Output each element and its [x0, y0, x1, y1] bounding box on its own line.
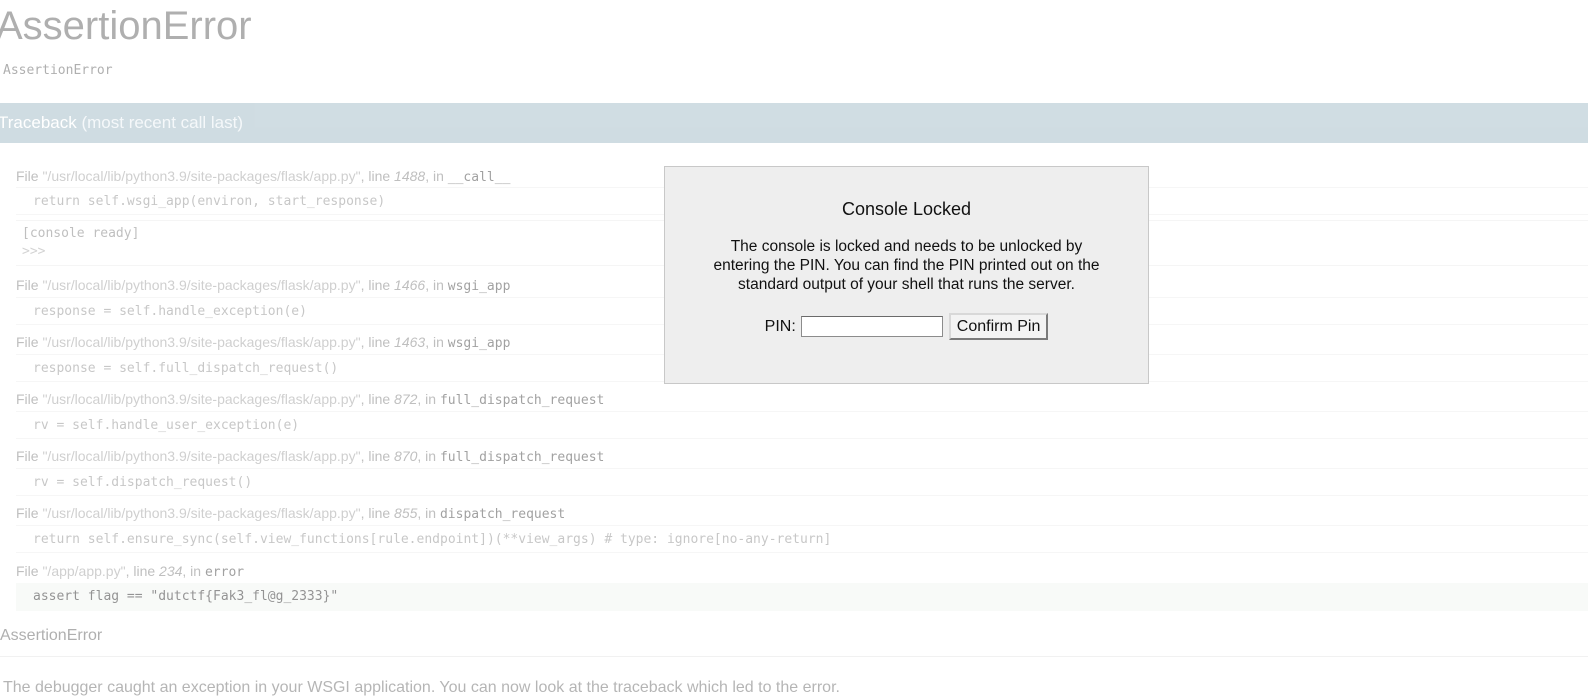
pin-form: PIN: Confirm Pin [665, 313, 1148, 340]
frame-line-word: , line [360, 277, 395, 293]
frame-path: "/usr/local/lib/python3.9/site-packages/… [42, 391, 361, 407]
frame-file-prefix: File [16, 448, 43, 464]
dialog-message: The console is locked and needs to be un… [713, 238, 1100, 293]
frame-code-line-current[interactable]: assert flag == "dutctf{Fak3_fl@g_2333}" [16, 583, 1588, 611]
frame-line-number: 1488 [394, 168, 426, 184]
frame-header: File "/usr/local/lib/python3.9/site-pack… [16, 505, 565, 522]
dialog-title: Console Locked [841, 199, 972, 219]
frame-in-word: , in [417, 505, 440, 521]
final-error: AssertionError [0, 627, 103, 644]
frame-in-word: , in [417, 448, 440, 464]
frame-in-word: , in [425, 277, 448, 293]
pin-label: PIN: [764, 317, 796, 335]
frame-function: __call__ [447, 170, 511, 185]
frame-file-prefix: File [16, 505, 43, 521]
frame-line-word: , line [360, 505, 395, 521]
frame-line-number: 855 [394, 505, 418, 521]
frame-path: "/usr/local/lib/python3.9/site-packages/… [42, 448, 361, 464]
frame-line-number: 234 [159, 563, 183, 579]
traceback-header-label: Traceback [0, 113, 77, 132]
error-title: AssertionError [0, 4, 252, 48]
frame-path: "/usr/local/lib/python3.9/site-packages/… [42, 168, 361, 184]
pin-input[interactable] [800, 316, 943, 337]
frame-in-word: , in [425, 334, 448, 350]
frame-in-word: , in [417, 391, 440, 407]
explanation-text: The debugger caught an exception in your… [3, 679, 840, 696]
frame-line-word: , line [125, 563, 160, 579]
frame-header: File "/app/app.py", line 234, in error [16, 563, 244, 580]
frame-code-line[interactable]: rv = self.dispatch_request() [16, 468, 1588, 496]
frame-header: File "/usr/local/lib/python3.9/site-pack… [16, 448, 604, 465]
frame-line-number: 870 [394, 448, 418, 464]
frame-function: full_dispatch_request [439, 450, 605, 465]
debugger-page: AssertionError AssertionError Traceback … [0, 0, 1588, 698]
frame-in-word: , in [182, 563, 205, 579]
frame-path: "/usr/local/lib/python3.9/site-packages/… [42, 277, 361, 293]
frame-header: File "/usr/local/lib/python3.9/site-pack… [16, 277, 510, 294]
frame-file-prefix: File [16, 168, 43, 184]
frame-path: "/app/app.py" [42, 563, 126, 579]
frame-path: "/usr/local/lib/python3.9/site-packages/… [42, 505, 361, 521]
frame-file-prefix: File [16, 334, 43, 350]
frame-in-word: , in [425, 168, 448, 184]
frame-code-line[interactable]: return self.ensure_sync(self.view_functi… [16, 525, 1588, 553]
frame-line-word: , line [360, 448, 395, 464]
frame-function: full_dispatch_request [439, 393, 605, 408]
frame-function: wsgi_app [447, 336, 511, 351]
divider [0, 656, 1588, 657]
error-subtitle: AssertionError [3, 63, 113, 78]
frame-function: wsgi_app [447, 279, 511, 294]
frame-line-number: 1466 [394, 277, 426, 293]
traceback-header-hint: (most recent call last) [81, 113, 244, 132]
frame-line-number: 872 [394, 391, 418, 407]
frame-header: File "/usr/local/lib/python3.9/site-pack… [16, 168, 510, 185]
frame-file-prefix: File [16, 391, 43, 407]
traceback-header[interactable]: Traceback (most recent call last) [0, 103, 1588, 143]
frame-code-line[interactable]: rv = self.handle_user_exception(e) [16, 411, 1588, 439]
confirm-pin-button[interactable]: Confirm Pin [948, 313, 1049, 340]
frame-function: dispatch_request [439, 507, 566, 522]
frame-line-word: , line [360, 168, 395, 184]
frame-header: File "/usr/local/lib/python3.9/site-pack… [16, 391, 604, 408]
frame-line-number: 1463 [394, 334, 426, 350]
frame-line-word: , line [360, 391, 395, 407]
frame-file-prefix: File [16, 563, 43, 579]
frame-line-word: , line [360, 334, 395, 350]
frame-header: File "/usr/local/lib/python3.9/site-pack… [16, 334, 510, 351]
frame-path: "/usr/local/lib/python3.9/site-packages/… [42, 334, 361, 350]
frame-function: error [204, 565, 245, 580]
frame-file-prefix: File [16, 277, 43, 293]
console-locked-dialog: Console Locked The console is locked and… [664, 166, 1149, 384]
